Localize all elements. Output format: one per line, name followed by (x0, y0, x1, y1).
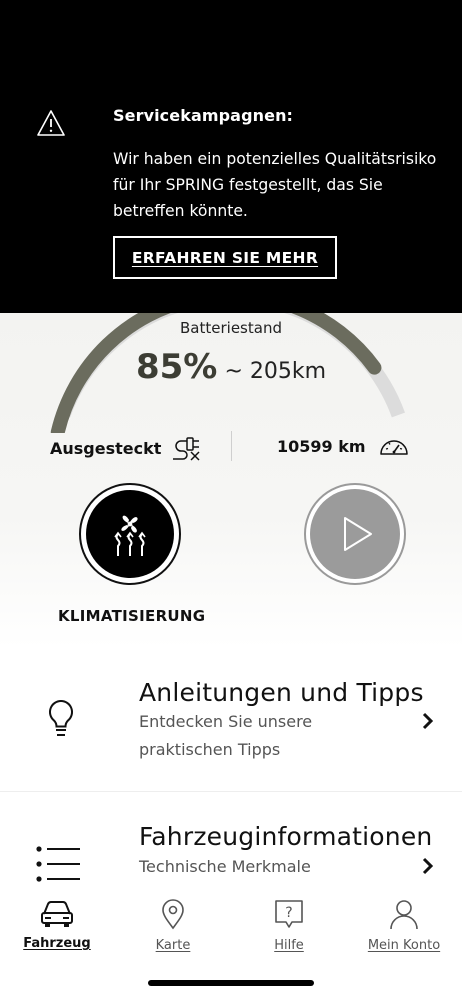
status-divider (231, 431, 232, 461)
battery-range: ~ 205km (224, 359, 327, 384)
vehicle-info-card-title: Fahrzeuginformationen (139, 822, 433, 851)
tips-card-title: Anleitungen und Tipps (139, 678, 424, 707)
car-icon (41, 901, 73, 927)
fan-heat-icon (114, 515, 146, 556)
lightbulb-icon (49, 699, 73, 736)
play-button[interactable] (304, 483, 406, 585)
map-pin-icon (162, 899, 184, 930)
odometer: 10599 km (277, 435, 410, 457)
chevron-right-icon (422, 857, 434, 875)
list-icon (36, 846, 80, 882)
vehicle-info-card[interactable]: Fahrzeuginformationen Technische Merkmal… (0, 792, 462, 888)
charging-status: Ausgesteckt (50, 435, 203, 461)
banner-message: Wir haben ein potenzielles Qualitätsrisi… (113, 150, 437, 220)
odometer-value: 10599 km (277, 436, 366, 456)
charging-status-label: Ausgesteckt (50, 438, 162, 458)
battery-readout: 85% ~ 205km (0, 347, 462, 387)
tips-card-subtitle: Entdecken Sie unsere praktischen Tipps (139, 712, 313, 759)
service-campaign-banner: Servicekampagnen: Wir haben ein potenzie… (0, 0, 462, 313)
learn-more-button[interactable]: ERFAHREN SIE MEHR (113, 236, 337, 279)
help-icon: ? (275, 900, 303, 928)
account-icon (390, 900, 418, 930)
nav-item-label: Karte (155, 938, 191, 953)
home-indicator (148, 980, 314, 986)
battery-percent: 85% (135, 347, 218, 387)
play-icon (344, 517, 372, 551)
climate-label: KLIMATISIERUNG (58, 607, 206, 625)
banner-title: Servicekampagnen: (113, 106, 294, 125)
chevron-right-icon (422, 712, 434, 730)
unplugged-icon (173, 437, 200, 461)
vehicle-status-panel: Batteriestand 85% ~ 205km Ausgesteckt 10… (0, 313, 462, 648)
climate-button[interactable] (79, 483, 181, 585)
tips-card[interactable]: Anleitungen und Tipps Entdecken Sie unse… (0, 648, 462, 792)
svg-text:?: ? (285, 905, 292, 921)
nav-item-label: Hilfe (274, 938, 304, 953)
nav-item-fahrzeug[interactable]: Fahrzeug (7, 898, 107, 951)
nav-item-karte[interactable]: Karte (123, 898, 223, 953)
vehicle-info-card-subtitle: Technische Merkmale (139, 857, 311, 876)
nav-item-label: Fahrzeug (23, 936, 91, 951)
nav-item-label: Mein Konto (367, 938, 441, 953)
battery-label: Batteriestand (180, 319, 282, 337)
nav-item-mein-konto[interactable]: Mein Konto (354, 898, 454, 953)
nav-item-hilfe[interactable]: ? Hilfe (239, 898, 339, 953)
speedometer-icon (379, 440, 408, 455)
warning-icon (37, 110, 65, 136)
